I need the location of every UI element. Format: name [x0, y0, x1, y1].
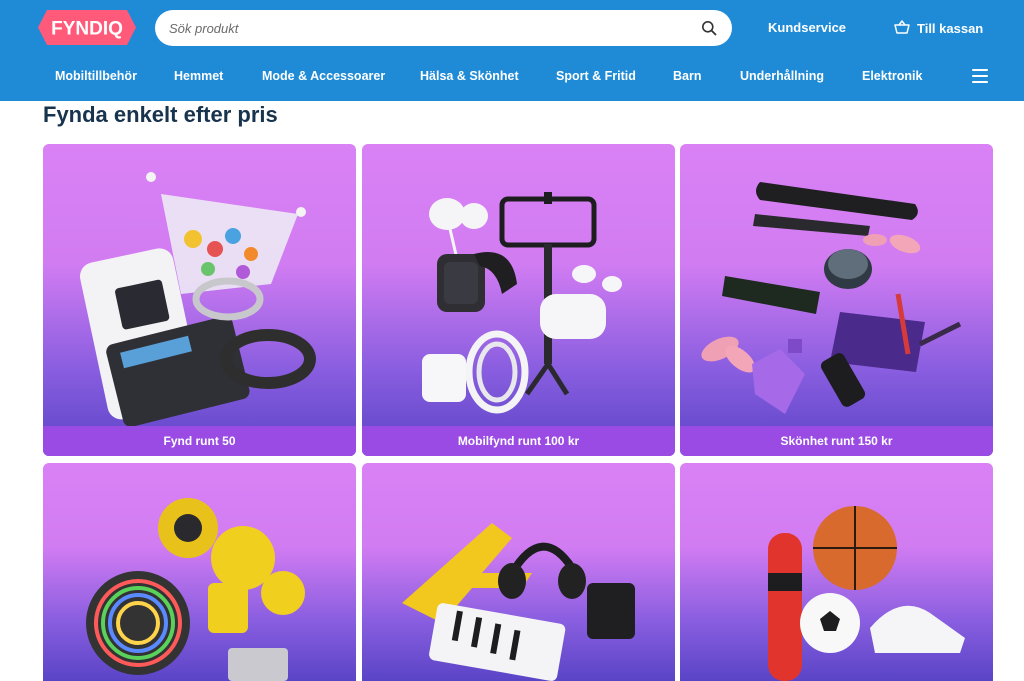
nav-item-barn[interactable]: Barn — [673, 69, 701, 83]
basket-icon — [894, 20, 910, 37]
checkout-link[interactable]: Till kassan — [894, 20, 983, 37]
logo-text: FYNDIQ — [51, 19, 123, 40]
product-collage-image — [86, 498, 305, 681]
customer-service-link[interactable]: Kundservice — [768, 20, 846, 35]
product-collage-image — [79, 172, 316, 426]
search-input[interactable] — [169, 20, 700, 36]
product-collage-image — [402, 523, 635, 681]
card-label: Mobilfynd runt 100 kr — [362, 426, 675, 456]
price-card-fynd-50[interactable]: Fynd runt 50 — [43, 144, 356, 456]
price-card-toys-audio[interactable] — [362, 463, 675, 681]
customer-service-label: Kundservice — [768, 20, 847, 35]
nav-item-mobiltillbehor[interactable]: Mobiltillbehör — [55, 69, 137, 83]
nav-item-elektronik[interactable]: Elektronik — [862, 69, 922, 83]
nav-item-underhallning[interactable]: Underhållning — [740, 69, 824, 83]
section-title: Fynda enkelt efter pris — [43, 102, 278, 127]
product-collage-image — [701, 182, 962, 414]
product-collage-image — [422, 192, 622, 414]
price-card-sport[interactable] — [680, 463, 993, 681]
search-icon[interactable] — [700, 19, 718, 37]
nav-item-halsa-skonhet[interactable]: Hälsa & Skönhet — [420, 69, 519, 83]
category-nav: Mobiltillbehör Hemmet Mode & Accessoarer… — [0, 64, 1024, 90]
nav-item-sport-fritid[interactable]: Sport & Fritid — [556, 69, 636, 83]
site-header: FYNDIQ Kundservice Till kassan Mobiltill… — [0, 0, 1024, 101]
product-collage-image — [768, 506, 965, 681]
hamburger-menu-icon[interactable] — [972, 69, 988, 83]
price-card-mobilfynd-100[interactable]: Mobilfynd runt 100 kr — [362, 144, 675, 456]
card-label: Fynd runt 50 — [43, 426, 356, 456]
checkout-label: Till kassan — [917, 21, 984, 36]
search-bar — [155, 10, 732, 46]
price-card-skonhet-150[interactable]: Skönhet runt 150 kr — [680, 144, 993, 456]
fyndiq-logo[interactable]: FYNDIQ — [37, 9, 137, 46]
nav-item-mode-accessoarer[interactable]: Mode & Accessoarer — [262, 69, 385, 83]
nav-item-hemmet[interactable]: Hemmet — [174, 69, 223, 83]
price-card-tools-electronics[interactable] — [43, 463, 356, 681]
card-label: Skönhet runt 150 kr — [680, 426, 993, 456]
